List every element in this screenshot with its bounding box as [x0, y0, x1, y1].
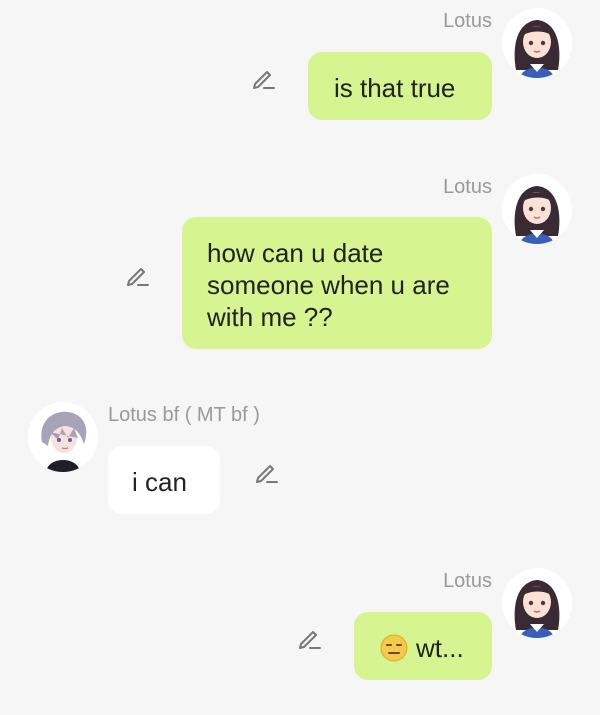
sender-name: Lotus — [443, 10, 492, 32]
message-text-line: with me ?? — [207, 302, 333, 332]
chat-screen: Lotus is that true Lotus how can u date … — [0, 0, 600, 715]
avatar-lotus[interactable] — [502, 174, 572, 244]
pencil-edit-icon[interactable] — [253, 459, 279, 485]
avatar-lotus[interactable] — [502, 8, 572, 78]
message-text-line: how can u date — [207, 238, 384, 268]
pencil-edit-icon[interactable] — [296, 625, 322, 651]
message-bubble-incoming[interactable]: i can — [108, 446, 220, 514]
expressionless-face-emoji — [380, 634, 408, 662]
sender-name: Lotus — [443, 570, 492, 592]
message-bubble-outgoing[interactable]: is that true — [308, 52, 492, 120]
sender-name: Lotus — [443, 176, 492, 198]
message-text: wt... — [416, 633, 464, 663]
message-text: is that true — [334, 73, 456, 103]
pencil-edit-icon[interactable] — [124, 262, 150, 288]
message-text: i can — [132, 467, 187, 497]
avatar-lotus[interactable] — [502, 568, 572, 638]
avatar-lotus-bf[interactable] — [28, 402, 98, 472]
message-text-line: someone when u are — [207, 270, 450, 300]
sender-name: Lotus bf ( MT bf ) — [108, 404, 260, 426]
pencil-edit-icon[interactable] — [250, 65, 276, 91]
message-bubble-outgoing[interactable]: how can u date someone when u are with m… — [182, 217, 492, 349]
message-bubble-outgoing[interactable]: wt... — [354, 612, 492, 680]
